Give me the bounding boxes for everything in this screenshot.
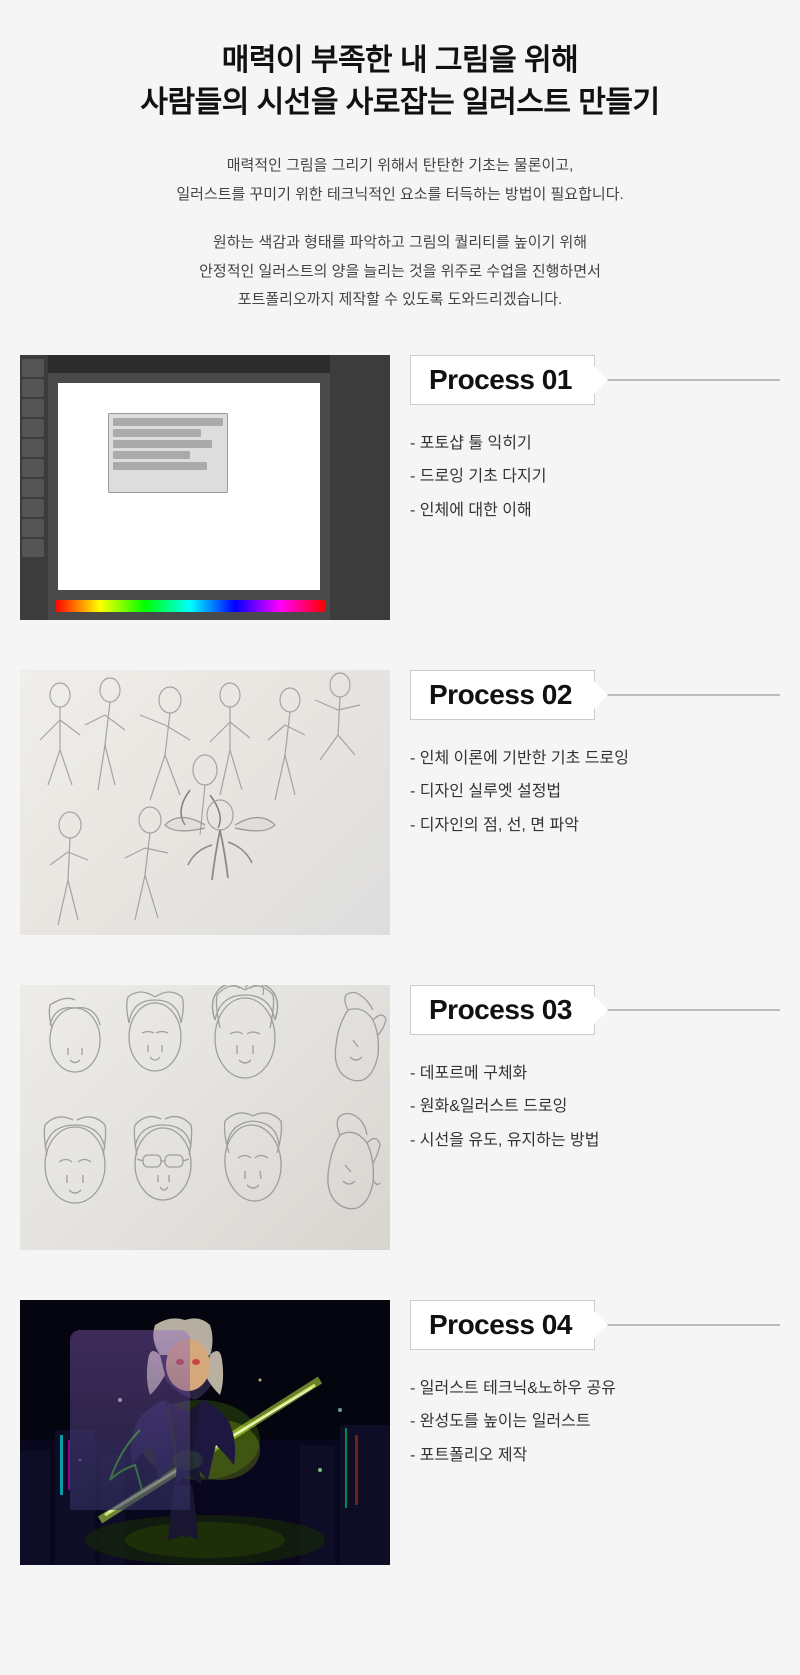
process-02-content: Process 02 - 인체 이론에 기반한 기초 드로잉 - 디자인 실루엣… [390, 670, 780, 843]
main-title: 매력이 부족한 내 그림을 위해 사람들의 시선을 사로잡는 일러스트 만들기 [20, 40, 780, 124]
list-item: - 원화&일러스트 드로잉 [410, 1090, 780, 1124]
process-04-image [20, 1300, 390, 1565]
process-01-title: Process 01 [429, 364, 572, 396]
process-04-title-row: Process 04 [410, 1300, 780, 1350]
list-item: - 데포르메 구체화 [410, 1057, 780, 1091]
list-item: - 포토샵 툴 익히기 [410, 427, 780, 461]
list-item: - 디자인 실루엣 설정법 [410, 775, 780, 809]
list-item: - 인체에 대한 이해 [410, 494, 780, 528]
process-03-list: - 데포르메 구체화 - 원화&일러스트 드로잉 - 시선을 유도, 유지하는 … [410, 1057, 780, 1158]
page-wrapper: 매력이 부족한 내 그림을 위해 사람들의 시선을 사로잡는 일러스트 만들기 … [0, 0, 800, 1675]
process-01-content: Process 01 - 포토샵 툴 익히기 - 드로잉 기초 다지기 - 인체… [390, 355, 780, 528]
header-section: 매력이 부족한 내 그림을 위해 사람들의 시선을 사로잡는 일러스트 만들기 … [20, 40, 780, 315]
process-04-title-box: Process 04 [410, 1300, 595, 1350]
list-item: - 일러스트 테크닉&노하우 공유 [410, 1372, 780, 1406]
process-04-list: - 일러스트 테크닉&노하우 공유 - 완성도를 높이는 일러스트 - 포트폴리… [410, 1372, 780, 1473]
process-02-title-line [595, 694, 780, 696]
process-02-image [20, 670, 390, 935]
process-03-content: Process 03 - 데포르메 구체화 - 원화&일러스트 드로잉 - 시선… [390, 985, 780, 1158]
list-item: - 인체 이론에 기반한 기초 드로잉 [410, 742, 780, 776]
list-item: - 완성도를 높이는 일러스트 [410, 1405, 780, 1439]
process-02-section: Process 02 - 인체 이론에 기반한 기초 드로잉 - 디자인 실루엣… [20, 670, 780, 935]
process-01-image [20, 355, 390, 620]
list-item: - 시선을 유도, 유지하는 방법 [410, 1124, 780, 1158]
process-04-title-line [595, 1324, 780, 1326]
process-03-title-row: Process 03 [410, 985, 780, 1035]
process-01-title-row: Process 01 [410, 355, 780, 405]
process-03-title-box: Process 03 [410, 985, 595, 1035]
list-item: - 포트폴리오 제작 [410, 1439, 780, 1473]
process-01-title-line [595, 379, 780, 381]
list-item: - 드로잉 기초 다지기 [410, 460, 780, 494]
process-03-title: Process 03 [429, 994, 572, 1026]
sub-desc-1: 매력적인 그림을 그리기 위해서 탄탄한 기초는 물론이고, 일러스트를 꾸미기… [20, 152, 780, 209]
process-02-title: Process 02 [429, 679, 572, 711]
process-01-title-box: Process 01 [410, 355, 595, 405]
process-01-list: - 포토샵 툴 익히기 - 드로잉 기초 다지기 - 인체에 대한 이해 [410, 427, 780, 528]
process-04-title: Process 04 [429, 1309, 572, 1341]
process-03-section: Process 03 - 데포르메 구체화 - 원화&일러스트 드로잉 - 시선… [20, 985, 780, 1250]
process-03-image [20, 985, 390, 1250]
list-item: - 디자인의 점, 선, 면 파악 [410, 809, 780, 843]
process-04-content: Process 04 - 일러스트 테크닉&노하우 공유 - 완성도를 높이는 … [390, 1300, 780, 1473]
process-02-title-row: Process 02 [410, 670, 780, 720]
process-03-title-line [595, 1009, 780, 1011]
process-01-section: Process 01 - 포토샵 툴 익히기 - 드로잉 기초 다지기 - 인체… [20, 355, 780, 620]
process-02-title-box: Process 02 [410, 670, 595, 720]
process-02-list: - 인체 이론에 기반한 기초 드로잉 - 디자인 실루엣 설정법 - 디자인의… [410, 742, 780, 843]
sub-desc-2: 원하는 색감과 형태를 파악하고 그림의 퀄리티를 높이기 위해 안정적인 일러… [20, 229, 780, 315]
process-04-section: Process 04 - 일러스트 테크닉&노하우 공유 - 완성도를 높이는 … [20, 1300, 780, 1565]
